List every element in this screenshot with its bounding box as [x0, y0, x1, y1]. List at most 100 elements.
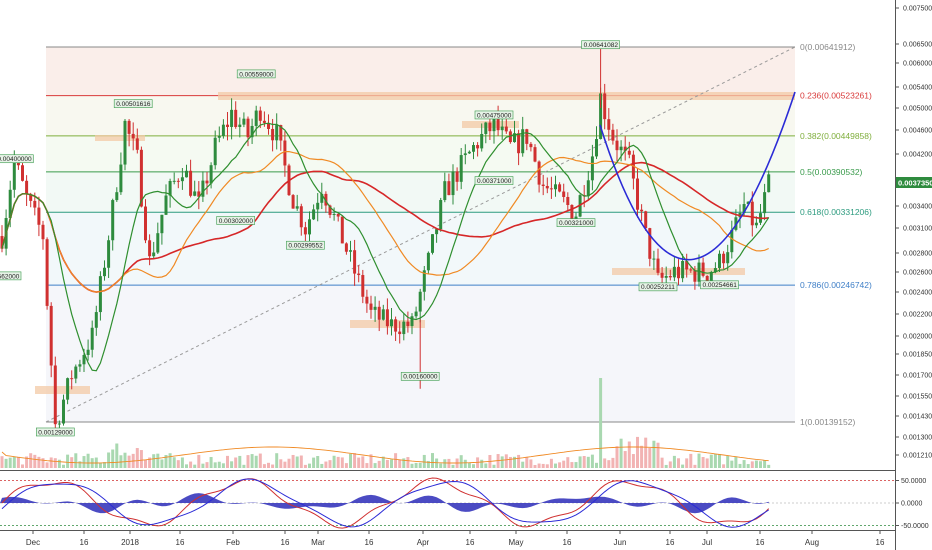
time-tick-label: Apr	[417, 538, 430, 547]
volume-bar	[271, 464, 275, 468]
volume-bar	[213, 462, 217, 468]
candle-body	[672, 266, 676, 278]
candle-body	[533, 147, 537, 162]
candle-body	[394, 319, 398, 332]
candle-body	[619, 146, 623, 151]
candle-body	[332, 214, 336, 216]
volume-bar	[385, 459, 389, 468]
volume-bar	[82, 456, 86, 468]
fib-band	[46, 95, 795, 136]
candle-body	[418, 291, 422, 312]
candle-body	[45, 239, 49, 306]
volume-bar	[312, 457, 316, 468]
volume-bar	[541, 463, 545, 468]
candle-body	[148, 240, 152, 257]
volume-bar	[390, 459, 393, 468]
volume-bar	[668, 461, 672, 468]
price-tick-label: 0.00460000	[903, 128, 932, 135]
volume-bar	[86, 453, 90, 468]
price-tick-label: 0.00155000	[903, 394, 932, 401]
volume-bar	[619, 438, 623, 468]
candle-body	[488, 122, 492, 132]
candle-body	[295, 206, 299, 209]
candle-body	[652, 258, 656, 260]
candle-body	[242, 118, 246, 125]
volume-bar	[336, 456, 340, 468]
osc-tick-label: 0.0000	[901, 501, 923, 508]
volume-bar	[365, 463, 369, 468]
candle-body	[750, 201, 754, 226]
volume-bar	[299, 455, 303, 468]
candle-body	[357, 273, 361, 276]
volume-bar	[115, 443, 119, 468]
candle-body	[115, 192, 119, 201]
volume-bar	[652, 440, 656, 468]
candle-body	[549, 188, 553, 190]
volume-bar	[615, 446, 619, 468]
volume-bar	[640, 445, 644, 468]
candle-body	[398, 331, 402, 335]
volume-bar	[267, 462, 270, 468]
volume-bar	[21, 464, 24, 468]
volume-bar	[234, 457, 238, 468]
price-annotation-label: 0.00254661	[703, 282, 738, 289]
candle-body	[693, 270, 697, 282]
candle-body	[103, 267, 106, 277]
candle-body	[74, 366, 78, 379]
candle-body	[595, 139, 598, 157]
candle-body	[201, 180, 205, 197]
volume-bar	[664, 464, 668, 468]
candle-body	[238, 124, 242, 127]
candle-body	[127, 120, 131, 134]
price-annotation-label: 0.00129000	[38, 429, 73, 436]
zone-box	[218, 92, 795, 100]
current-price-badge: 0.00373503	[896, 177, 932, 188]
volume-bar	[447, 458, 451, 468]
volume-bar	[636, 436, 639, 468]
candle-body	[189, 170, 193, 196]
price-tick-label: 0.00143000	[903, 414, 932, 421]
volume-bar	[713, 454, 717, 468]
volume-bar	[718, 453, 721, 468]
candle-body	[308, 219, 311, 235]
volume-bar	[742, 460, 746, 468]
candle-body	[62, 399, 65, 424]
candle-body	[209, 165, 213, 184]
candle-body	[66, 378, 70, 400]
volume-bar	[349, 453, 352, 468]
time-tick-label: 16	[756, 538, 765, 547]
candle-body	[570, 205, 574, 219]
volume-bar	[205, 462, 209, 468]
volume-bar	[242, 464, 246, 468]
candle-body	[476, 145, 480, 149]
time-tick-label: 16	[666, 538, 675, 547]
volume-bar	[316, 456, 320, 468]
volume-bar	[340, 457, 344, 468]
volume-bar	[722, 464, 726, 468]
volume-bar	[12, 456, 16, 468]
candle-body	[131, 133, 135, 139]
fib-band	[46, 135, 795, 172]
candle-body	[656, 258, 660, 273]
price-tick-label: 0.00121000	[903, 453, 932, 460]
price-chart[interactable]: 0(0.00641912) 0.236(0.00523261) 0.382(0.00…	[0, 0, 932, 550]
candle-body	[381, 309, 385, 320]
candle-body	[234, 109, 238, 127]
volume-bar	[406, 457, 410, 468]
candle-body	[705, 275, 709, 281]
volume-bar	[295, 456, 299, 468]
volume-bar	[586, 456, 590, 468]
volume-bar	[631, 454, 635, 468]
volume-bar	[590, 454, 594, 468]
candle-body	[53, 365, 57, 425]
volume-bar	[189, 461, 193, 468]
candle-body	[467, 151, 471, 154]
candle-body	[369, 303, 373, 310]
volume-bar	[357, 457, 361, 468]
candle-body	[275, 125, 279, 141]
candle-body	[111, 200, 115, 241]
candle-body	[98, 276, 102, 313]
volume-bar	[562, 460, 566, 468]
candle-body	[107, 240, 111, 268]
candle-body	[299, 206, 303, 228]
